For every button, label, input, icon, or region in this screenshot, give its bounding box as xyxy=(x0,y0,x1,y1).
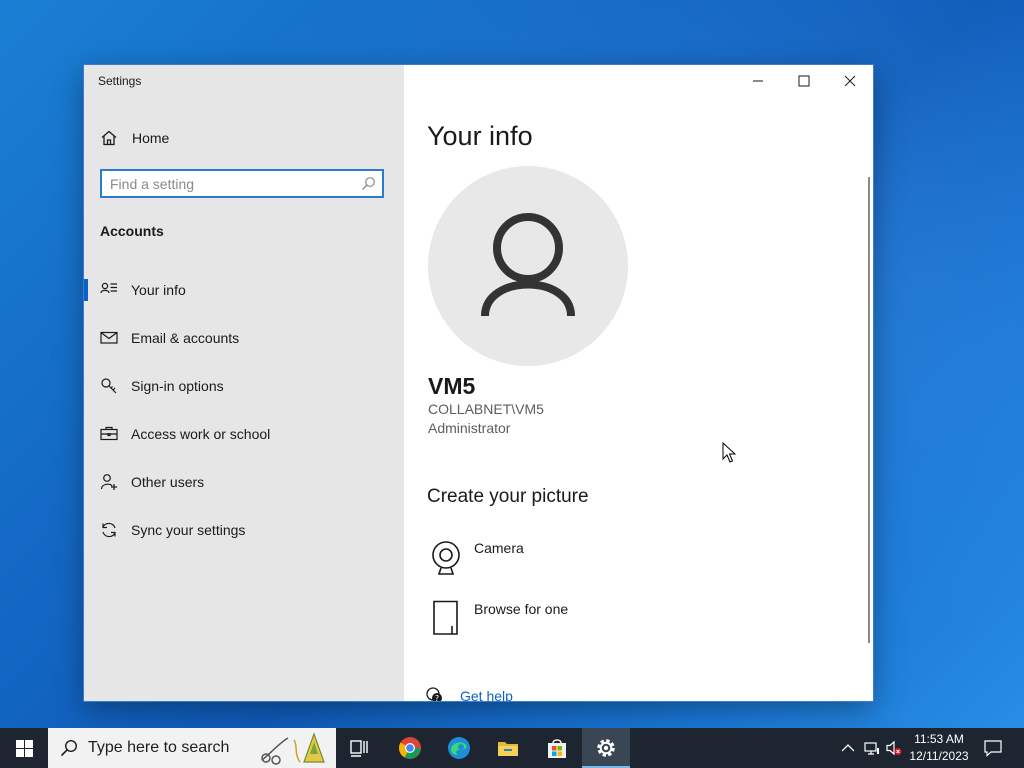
sidebar-item-label: Sign-in options xyxy=(131,378,224,394)
start-button[interactable] xyxy=(0,728,48,768)
taskbar-search-box[interactable]: Type here to search xyxy=(48,728,336,768)
user-role: Administrator xyxy=(428,420,511,436)
edge-taskbar-button[interactable] xyxy=(435,728,483,768)
your-info-icon xyxy=(100,281,118,299)
create-picture-title: Create your picture xyxy=(427,486,589,507)
sidebar-item-label: Access work or school xyxy=(131,426,271,442)
settings-sidebar: Settings Home Accounts Your info xyxy=(84,65,404,701)
show-hidden-icons-chevron-up-icon[interactable] xyxy=(840,740,856,756)
home-label: Home xyxy=(132,130,170,146)
store-icon xyxy=(548,739,566,758)
taskbar: Type here to search 11:53 AM 12/11/2023 xyxy=(0,728,1024,768)
find-setting-input[interactable] xyxy=(110,174,350,194)
minimize-button[interactable] xyxy=(735,65,781,97)
content-scrollbar[interactable] xyxy=(868,177,870,643)
settings-gear-icon xyxy=(597,739,615,757)
sidebar-item-sync-settings[interactable]: Sync your settings xyxy=(84,510,404,550)
user-avatar-icon xyxy=(481,213,575,317)
sidebar-item-your-info[interactable]: Your info xyxy=(84,270,404,310)
get-help-label: Get help xyxy=(460,688,513,701)
sync-icon xyxy=(100,521,118,539)
close-icon xyxy=(844,75,856,87)
find-setting-search-box[interactable] xyxy=(100,169,384,198)
windows-logo-icon xyxy=(16,740,33,757)
taskbar-clock-date[interactable]: 12/11/2023 xyxy=(906,749,972,763)
network-icon[interactable] xyxy=(864,740,880,756)
task-view-icon xyxy=(350,740,368,757)
svg-text:?: ? xyxy=(435,694,439,701)
taskbar-clock-time[interactable]: 11:53 AM xyxy=(910,732,968,746)
window-title: Settings xyxy=(98,74,142,88)
home-icon xyxy=(100,129,118,147)
browse-option[interactable]: Browse for one xyxy=(428,600,688,644)
mail-icon xyxy=(100,329,118,347)
minimize-icon xyxy=(753,80,763,82)
camera-label: Camera xyxy=(474,540,524,556)
home-nav-item[interactable]: Home xyxy=(84,124,404,152)
avatar xyxy=(428,166,628,366)
maximize-button[interactable] xyxy=(781,65,827,97)
sidebar-item-other-users[interactable]: Other users xyxy=(84,462,404,502)
file-explorer-icon xyxy=(498,742,518,756)
camera-icon xyxy=(428,539,464,575)
user-domain: COLLABNET\VM5 xyxy=(428,401,544,417)
store-taskbar-button[interactable] xyxy=(533,728,581,768)
file-explorer-taskbar-button[interactable] xyxy=(484,728,532,768)
sidebar-item-label: Your info xyxy=(131,282,186,298)
sidebar-item-access-work-school[interactable]: Access work or school xyxy=(84,414,404,454)
sidebar-item-label: Email & accounts xyxy=(131,330,240,346)
search-icon[interactable] xyxy=(361,176,376,191)
get-help-link[interactable]: ? Get help xyxy=(426,687,546,701)
sidebar-item-email-accounts[interactable]: Email & accounts xyxy=(84,318,404,358)
settings-window: Settings Home Accounts Your info xyxy=(84,65,873,701)
maximize-icon xyxy=(798,75,810,87)
briefcase-icon xyxy=(100,425,118,443)
camera-option[interactable]: Camera xyxy=(428,539,688,583)
help-chat-icon: ? xyxy=(426,687,444,701)
user-name: VM5 xyxy=(428,373,476,399)
browse-file-icon xyxy=(428,600,464,636)
edge-icon xyxy=(448,737,470,759)
browse-label: Browse for one xyxy=(474,601,569,617)
close-button[interactable] xyxy=(827,65,873,97)
search-icon xyxy=(60,739,78,757)
chrome-taskbar-button[interactable] xyxy=(386,728,434,768)
task-view-button[interactable] xyxy=(336,728,384,768)
mouse-cursor-icon xyxy=(722,441,737,469)
taskbar-search-placeholder: Type here to search xyxy=(88,739,230,756)
selected-indicator xyxy=(84,279,88,301)
sidebar-item-sign-in-options[interactable]: Sign-in options xyxy=(84,366,404,406)
page-title: Your info xyxy=(427,121,533,151)
key-icon xyxy=(100,377,118,395)
sidebar-item-label: Sync your settings xyxy=(131,522,246,538)
person-add-icon xyxy=(100,473,118,491)
accounts-section-title: Accounts xyxy=(100,223,164,239)
search-highlight-illustration-icon xyxy=(258,730,334,766)
action-center-notification-icon[interactable] xyxy=(984,739,1002,757)
volume-muted-icon[interactable] xyxy=(886,740,902,756)
chrome-icon xyxy=(399,737,421,759)
sidebar-item-label: Other users xyxy=(131,474,205,490)
settings-taskbar-button[interactable] xyxy=(582,728,630,768)
